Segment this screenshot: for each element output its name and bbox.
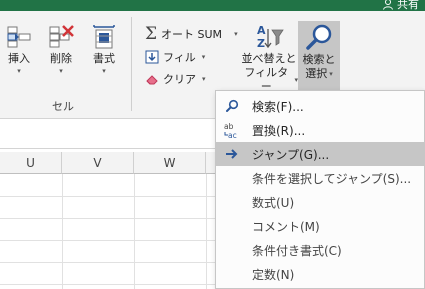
menu-item-replace[interactable]: ab ac 置換(R)... [216,118,425,142]
menu-item-goto[interactable]: ジャンプ(G)... [216,142,425,166]
grid-col-line [206,174,207,289]
menu-item-formulas[interactable]: 数式(U) [216,190,425,214]
autosum-label: オート SUM [161,28,223,41]
svg-text:ac: ac [228,131,237,139]
cells-group-label: セル [52,100,74,113]
chevron-down-icon: ▾ [329,70,333,78]
chevron-down-icon: ▾ [59,67,63,75]
column-header-v[interactable]: V [62,152,134,174]
column-header-label: V [93,155,102,170]
autosum-button[interactable]: Σ オート SUM ▾ [145,24,238,44]
format-cells-icon [88,22,120,52]
sort-filter-icon: A Z [253,22,285,52]
menu-item-label: ジャンプ(G)... [252,147,330,162]
find-select-label-line2: 選択 [305,67,328,80]
replace-icon: ab ac [216,121,248,139]
menu-item-goto-special[interactable]: 条件を選択してジャンプ(S)... [216,166,425,190]
grid-col-line [134,174,135,289]
menu-item-label: 数式(U) [252,195,295,210]
menu-item-label: 定数(N) [252,267,295,282]
menu-item-label: コメント(M) [252,219,320,234]
eraser-icon [146,75,158,85]
fill-label: フィル [163,51,196,64]
chevron-down-icon: ▾ [102,67,106,75]
menu-item-label: 条件を選択してジャンプ(S)... [252,171,412,186]
svg-text:Z: Z [257,37,265,50]
delete-button[interactable]: 削除 ▾ [44,22,78,76]
fill-button[interactable]: フィル ▾ [145,47,205,67]
clear-label: クリア [163,73,196,86]
fill-down-icon [145,50,159,64]
menu-item-label: 置換(R)... [252,123,306,138]
menu-item-label: 条件付き書式(C) [252,243,342,258]
sort-filter-label-line1: 並べ替えと [241,52,297,65]
menu-item-label: 検索(F)... [252,99,304,114]
format-label: 書式 [93,52,115,65]
delete-label: 削除 [50,52,72,65]
grid-col-line [62,174,63,289]
column-header-label: W [163,155,176,170]
menu-item-conditional-formatting[interactable]: 条件付き書式(C) [216,238,425,262]
column-header-w[interactable]: W [134,152,206,174]
menu-item-find[interactable]: 検索(F)... [216,94,425,118]
insert-label: 挿入 [8,52,30,65]
find-select-label-line1: 検索と [302,53,336,66]
chevron-down-icon: ▾ [201,53,206,61]
clear-button[interactable]: クリア ▾ [145,69,206,89]
column-header-u[interactable]: U [0,152,62,174]
magnifier-icon [303,23,335,53]
format-button[interactable]: 書式 ▾ [87,22,121,76]
arrow-right-icon [216,148,248,160]
chevron-down-icon: ▾ [17,67,21,75]
svg-text:A: A [257,24,266,37]
chevron-down-icon: ▾ [234,30,238,38]
menu-item-comments[interactable]: コメント(M) [216,214,425,238]
find-select-button[interactable]: 検索と 選択 ▾ [298,21,340,101]
delete-cells-icon [45,22,77,52]
magnifier-icon [216,99,248,113]
find-select-dropdown: 検索(F)... ab ac 置換(R)... ジャンプ(G)... 条件を選択… [215,90,425,289]
insert-button[interactable]: 挿入 ▾ [2,22,36,76]
person-icon [383,0,393,10]
column-header-label: U [26,155,35,170]
chevron-down-icon: ▾ [202,75,206,83]
group-divider [131,17,132,111]
sort-filter-button[interactable]: A Z 並べ替えと フィルター ▾ [240,22,299,94]
insert-cells-icon [3,22,35,52]
menu-item-constants[interactable]: 定数(N) [216,262,425,286]
title-bar: 共有 [0,0,425,11]
svg-text:ab: ab [224,122,234,131]
sigma-icon: Σ [145,24,158,44]
